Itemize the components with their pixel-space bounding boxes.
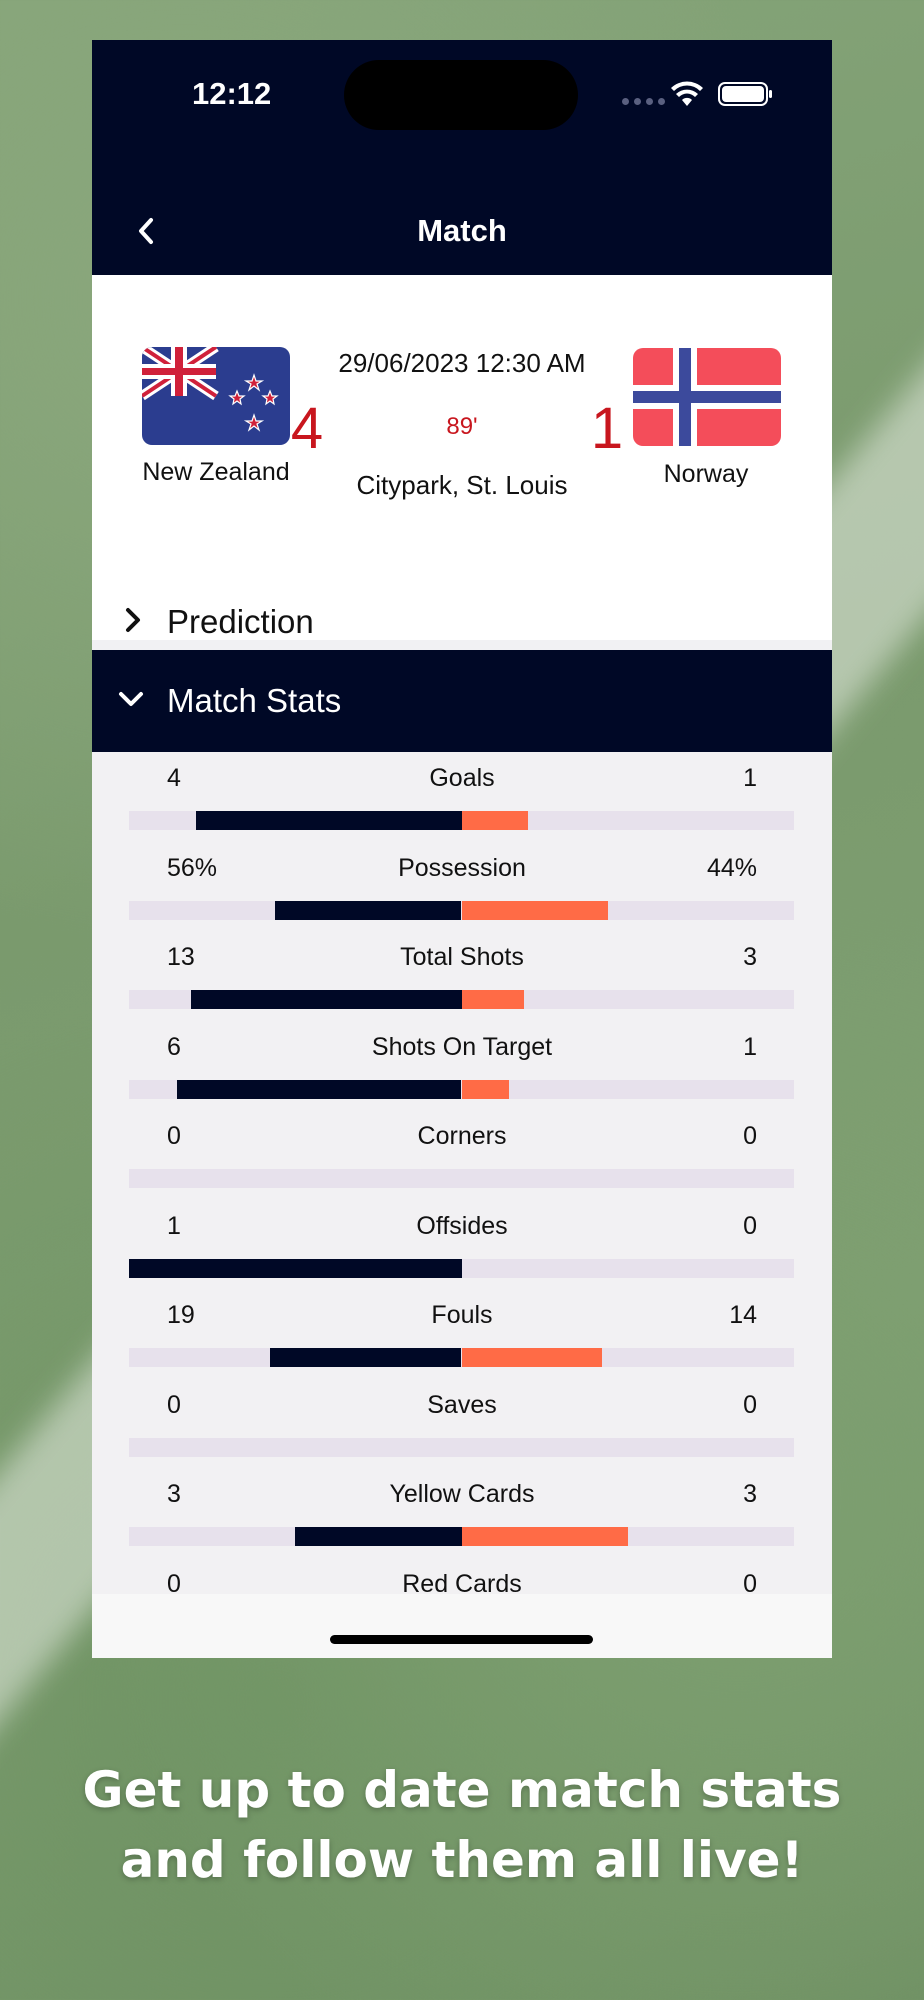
stat-label: Fouls: [431, 1301, 493, 1329]
home-score: 4: [290, 396, 324, 461]
stat-label: Yellow Cards: [389, 1480, 535, 1508]
dynamic-island: [344, 60, 578, 130]
cellular-signal-icon: [622, 98, 665, 105]
stat-row-offsides: 1 Offsides 0: [92, 1200, 832, 1290]
home-stat-bar: [269, 1348, 462, 1367]
home-stat-bar: [191, 990, 462, 1009]
stat-away-value: 14: [729, 1301, 757, 1329]
match-header: New Zealand Norway 29/06/2023 12:30 AM 4…: [92, 275, 832, 590]
stat-away-value: 0: [743, 1122, 757, 1150]
stat-row-yellow-cards: 3 Yellow Cards 3: [92, 1468, 832, 1558]
stat-bar: [129, 811, 794, 830]
match-minute: 89': [446, 413, 478, 440]
stat-row-goals: 4 Goals 1: [92, 752, 832, 842]
stat-label: Shots On Target: [371, 1032, 553, 1061]
stat-label: Red Cards: [402, 1569, 522, 1595]
stat-label: Offsides: [416, 1211, 508, 1240]
stat-away-value: 1: [743, 1032, 757, 1061]
stat-row-corners: 0 Corners 0: [92, 1110, 832, 1200]
stat-row-red-cards: 0 Red Cards 0: [92, 1558, 832, 1595]
page-title: Match: [417, 213, 507, 248]
home-stat-bar: [275, 900, 462, 920]
stat-label: Total Shots: [400, 943, 524, 971]
match-stats-label: Match Stats: [167, 682, 342, 719]
phone-screen: 12:12 Match New Zealand Norway 29/06/202…: [92, 40, 832, 1658]
stat-row-possession: 56% Possession 44%: [92, 842, 832, 932]
stat-row-saves: 0 Saves 0: [92, 1379, 832, 1469]
norway-flag-icon: [633, 348, 781, 446]
stat-label: Corners: [417, 1122, 507, 1150]
home-stat-bar: [195, 811, 462, 830]
home-team-name: New Zealand: [142, 458, 290, 486]
promo-line-2: and follow them all live!: [120, 1831, 804, 1889]
stat-bar: [129, 1348, 794, 1367]
home-indicator-area: [92, 1594, 832, 1658]
wifi-icon: [671, 81, 703, 106]
stat-bar: [129, 1258, 794, 1278]
prediction-label: Prediction: [167, 603, 314, 640]
stat-bar: [129, 1169, 794, 1188]
stat-away-value: 0: [743, 1211, 757, 1240]
away-score: 1: [590, 396, 624, 461]
stat-away-value: 1: [743, 764, 757, 792]
away-stat-bar: [461, 1527, 628, 1546]
home-stat-bar: [176, 1079, 462, 1099]
match-venue: Citypark, St. Louis: [356, 470, 568, 500]
stat-bar: [129, 1437, 794, 1457]
stat-away-value: 3: [743, 943, 757, 971]
stat-away-value: 0: [743, 1569, 757, 1595]
stat-bar: [129, 990, 794, 1009]
stat-row-fouls: 19 Fouls 14: [92, 1289, 832, 1379]
home-stat-bar: [129, 1258, 462, 1278]
stat-label: Goals: [429, 764, 495, 792]
chevron-down-icon: [119, 692, 143, 706]
stat-row-shots-on-target: 6 Shots On Target 1: [92, 1021, 832, 1111]
tab-indicator: [92, 270, 322, 274]
away-stat-bar: [461, 900, 608, 920]
away-stat-bar: [461, 1079, 510, 1099]
promo-line-1: Get up to date match stats: [82, 1761, 842, 1819]
match-datetime: 29/06/2023 12:30 AM: [338, 348, 586, 378]
chevron-right-icon: [126, 608, 140, 632]
home-indicator[interactable]: [330, 1635, 593, 1644]
away-stat-bar: [461, 811, 528, 830]
away-stat-bar: [461, 1348, 603, 1367]
away-stat-bar: [461, 990, 524, 1009]
away-team-name: Norway: [663, 460, 749, 488]
promo-caption: Get up to date match stats and follow th…: [0, 1755, 924, 1895]
stat-label: Saves: [427, 1390, 497, 1419]
stat-bar: [129, 1079, 794, 1099]
battery-icon: [718, 82, 772, 106]
stat-away-value: 0: [743, 1390, 757, 1419]
status-bar: 12:12: [92, 40, 832, 185]
stat-bar: [129, 900, 794, 920]
section-divider: [92, 640, 832, 650]
stat-away-value: 44%: [706, 853, 757, 882]
status-time: 12:12: [192, 76, 272, 111]
match-stats-section-toggle[interactable]: Match Stats: [92, 650, 832, 752]
stat-row-total-shots: 13 Total Shots 3: [92, 931, 832, 1021]
navigation-bar: Match: [92, 185, 832, 275]
stat-bar: [129, 1527, 794, 1546]
home-stat-bar: [295, 1527, 462, 1546]
stats-list[interactable]: 4 Goals 1 56% Possession 44% 13 Total Sh…: [92, 752, 832, 1594]
stat-away-value: 3: [743, 1480, 757, 1508]
